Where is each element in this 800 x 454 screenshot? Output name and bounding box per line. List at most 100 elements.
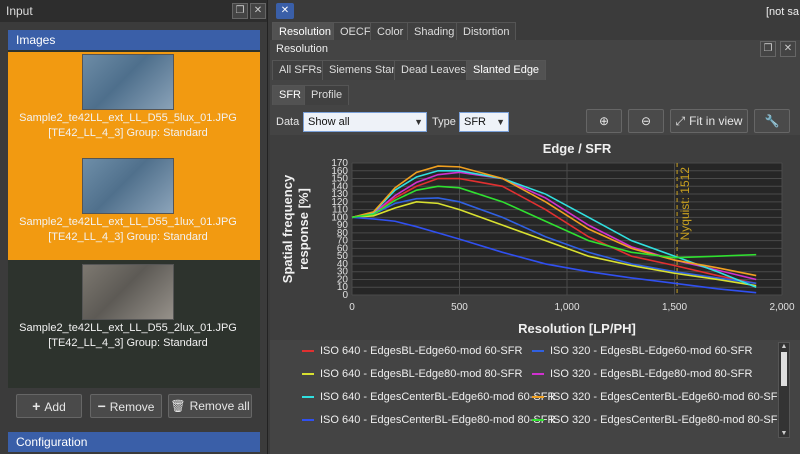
expand-arrows-icon: ⤢ (675, 114, 686, 128)
x-tick-label: 1,000 (554, 302, 579, 313)
tab-dead-leaves[interactable]: Dead Leaves (394, 60, 473, 80)
image-filename: Sample2_te42LL_ext_LL_D55_5lux_01.JPG (19, 112, 237, 124)
remove-button[interactable]: − Remove (90, 394, 162, 418)
legend-item[interactable]: ISO 640 - EdgesBL-Edge80-mod 80-SFR (302, 368, 522, 380)
x-axis-label: Resolution [LP/PH] (518, 321, 636, 336)
configuration-section-header[interactable]: Configuration (8, 432, 260, 452)
legend-item[interactable]: ISO 320 - EdgesCenterBL-Edge80-mod 80-SF… (532, 414, 785, 426)
minus-icon: − (97, 398, 106, 414)
resolution-panel-title: Resolution (276, 43, 328, 55)
image-group: [TE42_LL_4_3] Group: Standard (48, 127, 208, 139)
zoom-in-button[interactable]: ⊕ (586, 109, 622, 133)
remove-button-label: Remove (109, 400, 155, 414)
app-logo-icon: ✕ (276, 3, 294, 19)
input-panel: Input ❐ ✕ Images Sample2_te42LL_ext_LL_D… (0, 0, 268, 454)
nyquist-label: Nyquist: 1512 (678, 167, 692, 241)
legend-label: ISO 320 - EdgesCenterBL-Edge60-mod 60-SF… (550, 391, 786, 403)
tab-profile[interactable]: Profile (304, 85, 350, 105)
plus-icon: + (32, 398, 41, 414)
legend-label: ISO 640 - EdgesBL-Edge60-mod 60-SFR (320, 345, 523, 357)
legend-item[interactable]: ISO 640 - EdgesCenterBL-Edge60-mod 60-SF… (302, 391, 555, 403)
image-group: [TE42_LL_4_3] Group: Standard (48, 231, 208, 243)
image-list-item[interactable]: Sample2_te42LL_ext_LL_D55_2lux_01.JPG [T… (16, 262, 240, 353)
legend-swatch (302, 350, 314, 353)
chevron-down-icon: ▼ (496, 117, 505, 127)
type-select-value: SFR (464, 116, 486, 128)
legend-swatch (302, 396, 314, 399)
legend-item[interactable]: ISO 320 - EdgesBL-Edge60-mod 60-SFR (532, 345, 752, 357)
zoom-in-icon: ⊕ (598, 114, 610, 128)
x-tick-label: 1,500 (662, 302, 687, 313)
y-tick-label: 170 (331, 158, 348, 169)
image-thumbnail (82, 264, 174, 320)
settings-button[interactable]: 🔧 (754, 109, 790, 133)
legend-label: ISO 640 - EdgesCenterBL-Edge60-mod 60-SF… (320, 391, 556, 403)
input-panel-title: Input (0, 0, 267, 22)
tab-siemens-star[interactable]: Siemens Star (322, 60, 403, 80)
legend-swatch (532, 396, 544, 399)
tab-sfr[interactable]: SFR (272, 85, 308, 105)
tab-shading[interactable]: Shading (407, 22, 462, 42)
images-section-header[interactable]: Images (8, 30, 260, 50)
image-group: [TE42_LL_4_3] Group: Standard (48, 337, 208, 349)
scrollbar-thumb[interactable] (781, 352, 787, 386)
main-area: ✕ [not sa Resolution OECF Color Shading … (270, 0, 800, 454)
chevron-down-icon: ▼ (414, 117, 423, 127)
legend-item[interactable]: ISO 640 - EdgesCenterBL-Edge80-mod 80-SF… (302, 414, 555, 426)
data-label: Data (276, 116, 300, 128)
x-tick-label: 500 (451, 302, 468, 313)
x-tick-label: 2,000 (769, 302, 794, 313)
zoom-out-button[interactable]: ⊖ (628, 109, 664, 133)
remove-all-button-label: Remove all (189, 399, 250, 413)
legend-swatch (532, 350, 544, 353)
tab-resolution[interactable]: Resolution (272, 22, 338, 42)
float-panel-icon[interactable]: ❐ (760, 41, 776, 57)
legend-item[interactable]: ISO 640 - EdgesBL-Edge60-mod 60-SFR (302, 345, 522, 357)
legend-swatch (302, 419, 314, 422)
fit-in-view-button[interactable]: ⤢ Fit in view (670, 109, 748, 133)
remove-all-button[interactable]: 🗑 Remove all (168, 394, 252, 418)
tab-all-sfrs[interactable]: All SFRs (272, 60, 329, 80)
scroll-up-icon[interactable]: ▲ (779, 343, 789, 350)
image-list-item[interactable]: Sample2_te42LL_ext_LL_D55_1lux_01.JPG [T… (16, 156, 240, 247)
legend-swatch (302, 373, 314, 376)
close-icon[interactable]: ✕ (250, 3, 266, 19)
image-filename: Sample2_te42LL_ext_LL_D55_2lux_01.JPG (19, 322, 237, 334)
chart-title: Edge / SFR (543, 141, 612, 156)
image-thumbnail (82, 54, 174, 110)
tab-slanted-edge[interactable]: Slanted Edge (466, 60, 547, 80)
legend-label: ISO 320 - EdgesCenterBL-Edge80-mod 80-SF… (550, 414, 786, 426)
type-label: Type (432, 116, 456, 128)
x-tick-label: 0 (349, 302, 355, 313)
add-button-label: Add (44, 400, 66, 414)
fit-in-view-label: Fit in view (689, 114, 743, 128)
legend-item[interactable]: ISO 320 - EdgesCenterBL-Edge60-mod 60-SF… (532, 391, 785, 403)
legend-label: ISO 640 - EdgesBL-Edge80-mod 80-SFR (320, 368, 523, 380)
status-text: [not sa (766, 6, 800, 18)
legend-label: ISO 320 - EdgesBL-Edge60-mod 60-SFR (550, 345, 753, 357)
legend-label: ISO 640 - EdgesCenterBL-Edge80-mod 80-SF… (320, 414, 556, 426)
zoom-out-icon: ⊖ (640, 114, 652, 128)
data-select-value: Show all (308, 116, 350, 128)
tab-distortion[interactable]: Distortion (456, 22, 517, 42)
trash-icon: 🗑 (170, 399, 186, 413)
tab-color[interactable]: Color (370, 22, 411, 42)
close-icon[interactable]: ✕ (780, 41, 796, 57)
wrench-icon: 🔧 (764, 114, 780, 128)
image-filename: Sample2_te42LL_ext_LL_D55_1lux_01.JPG (19, 216, 237, 228)
add-button[interactable]: + Add (16, 394, 82, 418)
chart-legend: ISO 640 - EdgesBL-Edge60-mod 60-SFR ISO 3… (270, 340, 800, 440)
y-axis-label: response [%] (296, 188, 311, 270)
legend-scrollbar[interactable]: ▲ ▼ (778, 342, 790, 438)
image-list-item[interactable]: Sample2_te42LL_ext_LL_D55_5lux_01.JPG [T… (16, 52, 240, 143)
data-select[interactable]: Show all ▼ (303, 112, 427, 132)
legend-item[interactable]: ISO 320 - EdgesBL-Edge80-mod 80-SFR (532, 368, 752, 380)
image-thumbnail (82, 158, 174, 214)
scroll-down-icon[interactable]: ▼ (779, 430, 789, 437)
type-select[interactable]: SFR ▼ (459, 112, 509, 132)
legend-swatch (532, 419, 544, 422)
legend-label: ISO 320 - EdgesBL-Edge80-mod 80-SFR (550, 368, 753, 380)
y-axis-label: Spatial frequency (280, 174, 295, 283)
float-panel-icon[interactable]: ❐ (232, 3, 248, 19)
legend-swatch (532, 373, 544, 376)
